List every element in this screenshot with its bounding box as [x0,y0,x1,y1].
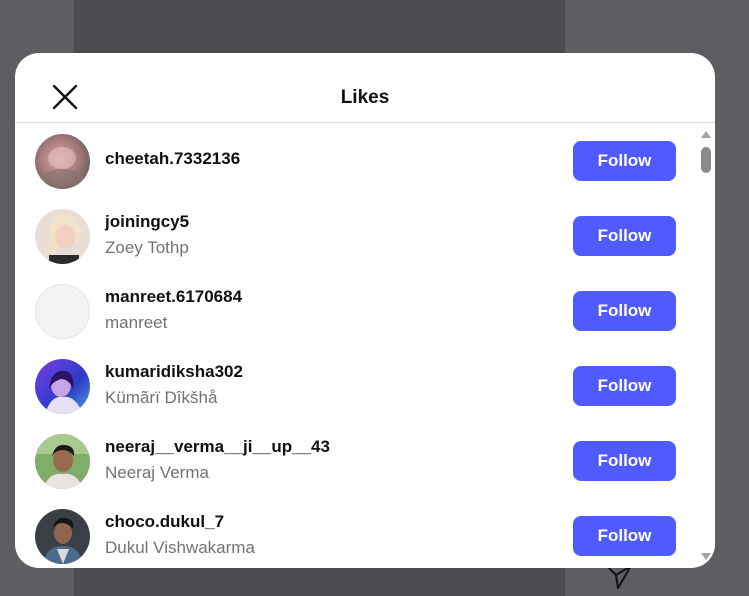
avatar[interactable] [35,434,90,489]
full-name: Kümãrï Dîkšhå [105,388,218,407]
avatar[interactable] [35,359,90,414]
full-name: Zoey Tothp [105,238,189,257]
full-name: manreet [105,313,168,332]
username[interactable]: manreet.6170684 [105,287,242,307]
username[interactable]: joiningcy5 [105,212,189,232]
scroll-thumb[interactable] [701,147,711,173]
follow-button[interactable]: Follow [573,366,676,406]
full-name: Neeraj Verma [105,463,209,482]
scroll-up-arrow-icon[interactable] [701,131,711,138]
follow-button[interactable]: Follow [573,516,676,556]
list-item: joiningcy5 Zoey Tothp Follow [15,198,695,273]
username[interactable]: choco.dukul_7 [105,512,224,532]
list-item: choco.dukul_7 Dukul Vishwakarma Follow [15,498,695,568]
follow-button[interactable]: Follow [573,141,676,181]
full-name: Dukul Vishwakarma [105,538,255,557]
avatar[interactable] [35,134,90,189]
avatar[interactable] [35,284,90,339]
likes-modal: Likes cheetah.7332136 Follow joiningcy5 … [15,53,715,568]
avatar[interactable] [35,509,90,564]
scroll-down-arrow-icon[interactable] [701,553,711,560]
follow-button[interactable]: Follow [573,291,676,331]
list-item: manreet.6170684 manreet Follow [15,273,695,348]
modal-header: Likes [15,53,715,123]
follow-button[interactable]: Follow [573,441,676,481]
avatar[interactable] [35,209,90,264]
username[interactable]: neeraj__verma__ji__up__43 [105,437,330,457]
username[interactable]: kumaridiksha302 [105,362,243,382]
scrollbar[interactable] [696,125,715,568]
modal-title: Likes [340,87,390,108]
follow-button[interactable]: Follow [573,216,676,256]
username[interactable]: cheetah.7332136 [105,149,240,169]
likes-list: cheetah.7332136 Follow joiningcy5 Zoey T… [15,123,715,568]
list-item: cheetah.7332136 Follow [15,123,695,198]
list-item: neeraj__verma__ji__up__43 Neeraj Verma F… [15,423,695,498]
list-item: kumaridiksha302 Kümãrï Dîkšhå Follow [15,348,695,423]
